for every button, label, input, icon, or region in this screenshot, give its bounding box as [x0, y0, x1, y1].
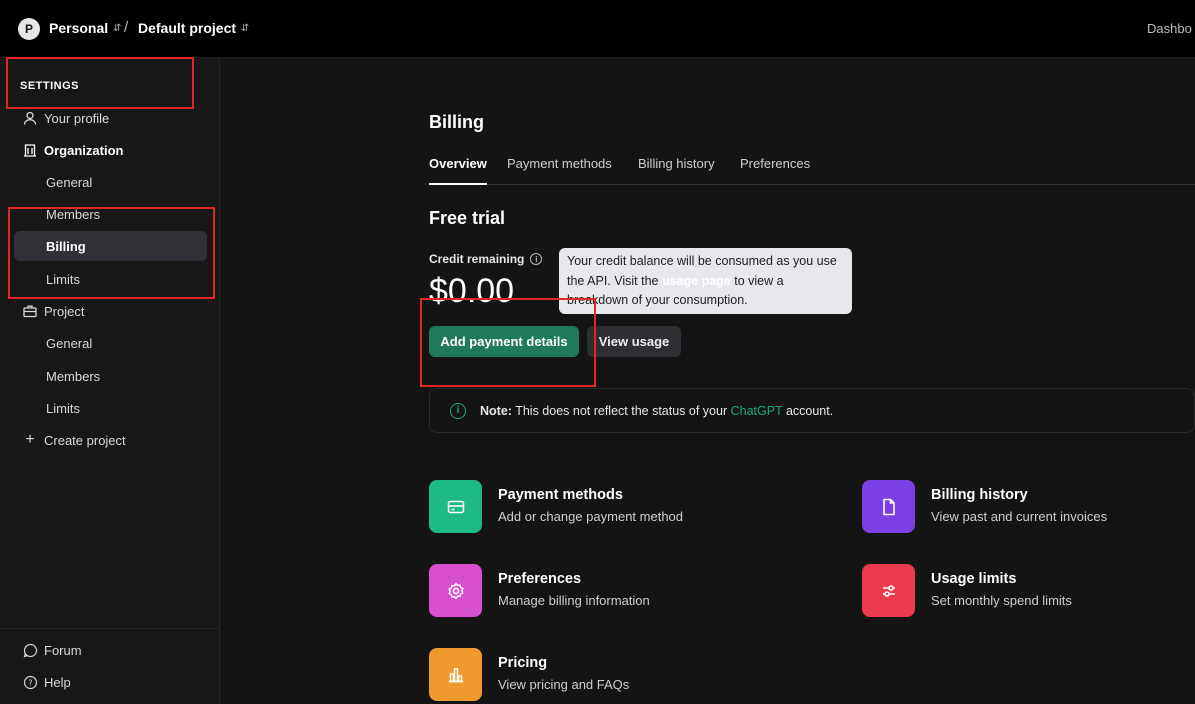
card-title: Preferences [498, 571, 582, 587]
project-switcher[interactable]: Default project ⇵ [138, 20, 249, 36]
settings-sidebar: SETTINGS Your profile Organization Gener… [0, 58, 220, 704]
card-subtitle: Add or change payment method [498, 509, 684, 524]
tab-preferences[interactable]: Preferences [740, 156, 810, 185]
card-subtitle: View past and current invoices [931, 509, 1108, 524]
info-circle-icon: i [450, 402, 466, 419]
bar-chart-icon [429, 648, 482, 701]
plan-heading: Free trial [429, 208, 506, 228]
card-preferences[interactable]: Preferences Manage billing information [429, 564, 650, 617]
org-name: Personal [49, 20, 109, 36]
tab-billing-history[interactable]: Billing history [638, 156, 715, 185]
billing-main: Billing Overview Payment methods Billing… [220, 58, 1195, 704]
page-title: Billing [429, 112, 484, 132]
sidebar-item-project-limits[interactable]: Limits [14, 393, 207, 423]
sidebar-item-label: Create project [44, 432, 126, 448]
sidebar-item-label: Help [44, 674, 71, 690]
building-icon [22, 142, 38, 158]
card-subtitle: View pricing and FAQs [498, 677, 630, 692]
usage-page-link[interactable]: usage page [662, 274, 731, 288]
tab-overview[interactable]: Overview [429, 156, 487, 185]
sidebar-item-project[interactable]: Project [14, 296, 207, 326]
card-title: Billing history [931, 487, 1028, 503]
help-link[interactable]: ? Help [14, 667, 207, 697]
sidebar-item-org-members[interactable]: Members [14, 199, 207, 229]
credit-amount: $0.00 [429, 272, 515, 310]
card-pricing[interactable]: Pricing View pricing and FAQs [429, 648, 629, 701]
forum-link[interactable]: Forum [14, 635, 207, 665]
tab-payment-methods[interactable]: Payment methods [507, 156, 612, 185]
top-bar: P Personal ⇵ / Default project ⇵ Dashbo [0, 0, 1195, 58]
chat-bubble-icon [22, 642, 38, 658]
card-billing-history[interactable]: Billing history View past and current in… [862, 480, 1107, 533]
card-subtitle: Manage billing information [498, 593, 650, 608]
person-icon [22, 110, 38, 126]
briefcase-icon [22, 303, 38, 319]
document-icon [862, 480, 915, 533]
sidebar-item-your-profile[interactable]: Your profile [14, 103, 207, 133]
sidebar-item-label: Members [46, 368, 101, 384]
card-usage-limits[interactable]: Usage limits Set monthly spend limits [862, 564, 1072, 617]
note-text: Note: This does not reflect the status o… [480, 404, 833, 418]
card-title: Pricing [498, 655, 548, 671]
sidebar-title: SETTINGS [20, 80, 80, 92]
note-body: This does not reflect the status of your [511, 403, 731, 418]
note-label: Note: [480, 403, 512, 418]
sidebar-item-label: Limits [46, 400, 80, 416]
credit-tooltip: Your credit balance will be consumed as … [559, 248, 852, 314]
sidebar-item-project-members[interactable]: Members [14, 361, 207, 391]
card-title: Payment methods [498, 487, 623, 503]
sidebar-item-label: Organization [44, 142, 124, 158]
sidebar-item-label: Forum [44, 642, 82, 658]
card-payment-methods[interactable]: Payment methods Add or change payment me… [429, 480, 683, 533]
create-project-button[interactable]: + Create project [14, 425, 207, 455]
gear-icon [429, 564, 482, 617]
sidebar-item-project-general[interactable]: General [14, 328, 207, 358]
sidebar-footer: Forum ? Help [0, 628, 219, 690]
sidebar-item-label: Members [46, 206, 101, 222]
sidebar-item-org-general[interactable]: General [14, 167, 207, 197]
card-subtitle: Set monthly spend limits [931, 593, 1072, 608]
billing-tabs: Overview Payment methods Billing history… [429, 156, 1195, 185]
project-name: Default project [138, 20, 237, 36]
chevron-updown-icon: ⇵ [113, 22, 122, 34]
sidebar-item-label: General [46, 174, 93, 190]
sidebar-item-organization[interactable]: Organization [14, 135, 207, 165]
add-payment-details-button[interactable]: Add payment details [429, 326, 579, 357]
info-icon[interactable]: i [530, 253, 543, 265]
card-title: Usage limits [931, 571, 1017, 587]
sidebar-item-org-limits[interactable]: Limits [14, 264, 207, 294]
breadcrumb-separator: / [124, 19, 129, 36]
sidebar-item-label: Limits [46, 271, 80, 287]
note-tail: account. [782, 403, 834, 418]
sidebar-item-label: Billing [46, 238, 86, 254]
question-circle-icon: ? [22, 674, 38, 690]
svg-text:?: ? [28, 678, 32, 687]
chevron-updown-icon: ⇵ [241, 22, 250, 34]
sidebar-item-label: Project [44, 303, 85, 319]
credit-remaining-label: Credit remaining i [429, 252, 543, 266]
plus-icon: + [25, 431, 35, 448]
sidebar-item-billing[interactable]: Billing [14, 231, 207, 261]
dashboard-link[interactable]: Dashbo [1147, 21, 1192, 36]
org-switcher[interactable]: Personal ⇵ [49, 20, 122, 36]
note-banner: i Note: This does not reflect the status… [429, 388, 1195, 433]
sliders-icon [862, 564, 915, 617]
sidebar-item-label: General [46, 335, 93, 351]
view-usage-button[interactable]: View usage [587, 326, 681, 357]
org-avatar[interactable]: P [18, 18, 40, 40]
sidebar-item-label: Your profile [44, 110, 110, 126]
credit-card-icon [429, 480, 482, 533]
credit-label-text: Credit remaining [429, 252, 525, 266]
chatgpt-link[interactable]: ChatGPT [731, 404, 783, 418]
